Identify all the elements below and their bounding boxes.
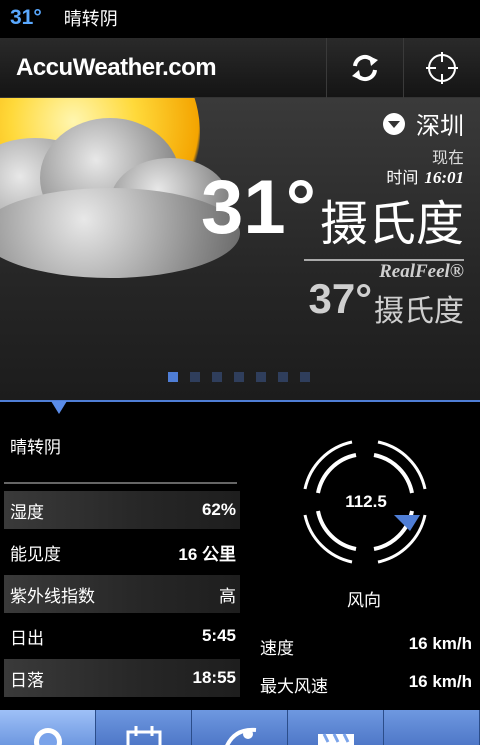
realfeel-value: 37° bbox=[308, 275, 372, 322]
satellite-icon bbox=[224, 727, 256, 745]
condition-summary: 晴转阴 bbox=[10, 438, 61, 458]
more-icon bbox=[410, 718, 454, 745]
locate-button[interactable] bbox=[403, 38, 479, 98]
realfeel-unit: 摄氏度 bbox=[374, 294, 464, 329]
divider bbox=[0, 400, 480, 402]
temperature-unit: 摄氏度 bbox=[319, 196, 464, 252]
detail-label: 日落 bbox=[10, 670, 44, 691]
wind-gust-value: 16 km/h bbox=[408, 672, 472, 691]
wind-speed-row: 速度 16 km/h bbox=[260, 634, 472, 659]
status-condition: 晴转阴 bbox=[63, 9, 118, 30]
crosshair-icon bbox=[425, 52, 458, 84]
current-temperature: 31° 摄氏度 bbox=[201, 170, 464, 254]
detail-label: 能见度 bbox=[10, 544, 61, 565]
detail-label: 日出 bbox=[10, 628, 44, 649]
chevron-down-icon bbox=[383, 112, 405, 135]
video-icon bbox=[317, 733, 354, 745]
tab-satellite[interactable] bbox=[192, 710, 288, 745]
tab-more[interactable] bbox=[384, 710, 480, 745]
temperature-value: 31° bbox=[201, 165, 316, 250]
current-icon bbox=[33, 728, 62, 745]
city-name: 深圳 bbox=[416, 112, 464, 140]
detail-row-sunset: 日落 18:55 bbox=[4, 659, 240, 697]
current-weather-hero: 深圳 现在 时间 16:01 31° 摄氏度 RealFeel® 37° 摄氏度 bbox=[0, 98, 480, 400]
page-dot[interactable] bbox=[256, 372, 266, 382]
detail-row-sunrise: 日出 5:45 bbox=[4, 617, 240, 655]
detail-label: 紫外线指数 bbox=[10, 586, 95, 607]
status-bar: 31° 晴转阴 bbox=[0, 0, 480, 36]
wind-gust-row: 最大风速 16 km/h bbox=[260, 672, 472, 697]
wind-direction-value: 112.5 bbox=[345, 492, 387, 511]
pointer-arrow-icon bbox=[51, 401, 67, 414]
detail-value: 5:45 bbox=[201, 626, 236, 645]
app-header: AccuWeather.com bbox=[0, 38, 480, 98]
bottom-navigation bbox=[0, 710, 480, 745]
divider bbox=[4, 482, 237, 484]
tab-forecast[interactable] bbox=[96, 710, 192, 745]
detail-value: 18:55 bbox=[192, 668, 236, 687]
page-dot[interactable] bbox=[190, 372, 200, 382]
wind-speed-value: 16 km/h bbox=[408, 634, 472, 653]
page-dot[interactable] bbox=[300, 372, 310, 382]
detail-row-visibility: 能见度 16 公里 bbox=[4, 533, 240, 571]
page-indicator bbox=[168, 372, 310, 382]
realfeel-temperature: 37° 摄氏度 bbox=[308, 278, 464, 330]
page-dot[interactable] bbox=[278, 372, 288, 382]
detail-row-humidity: 湿度 62% bbox=[4, 491, 240, 529]
tab-current[interactable] bbox=[0, 710, 96, 745]
detail-value: 62% bbox=[201, 500, 236, 519]
status-temperature: 31° bbox=[10, 6, 42, 29]
wind-gust-label: 最大风速 bbox=[260, 677, 328, 697]
detail-value: 16 公里 bbox=[178, 544, 236, 564]
detail-value: 高 bbox=[219, 586, 236, 607]
page-dot[interactable] bbox=[234, 372, 244, 382]
detail-label: 湿度 bbox=[10, 502, 44, 523]
wind-speed-label: 速度 bbox=[260, 639, 294, 659]
refresh-icon bbox=[351, 54, 378, 82]
page-dot[interactable] bbox=[212, 372, 222, 382]
accuweather-logo: AccuWeather.com bbox=[16, 54, 217, 81]
refresh-button[interactable] bbox=[326, 38, 402, 98]
page-dot[interactable] bbox=[168, 372, 178, 382]
tab-video[interactable] bbox=[288, 710, 384, 745]
detail-row-uv-index: 紫外线指数 高 bbox=[4, 575, 240, 613]
wind-direction-label: 风向 bbox=[347, 591, 381, 611]
city-selector[interactable]: 深圳 bbox=[382, 106, 464, 141]
calendar-icon bbox=[126, 726, 161, 745]
